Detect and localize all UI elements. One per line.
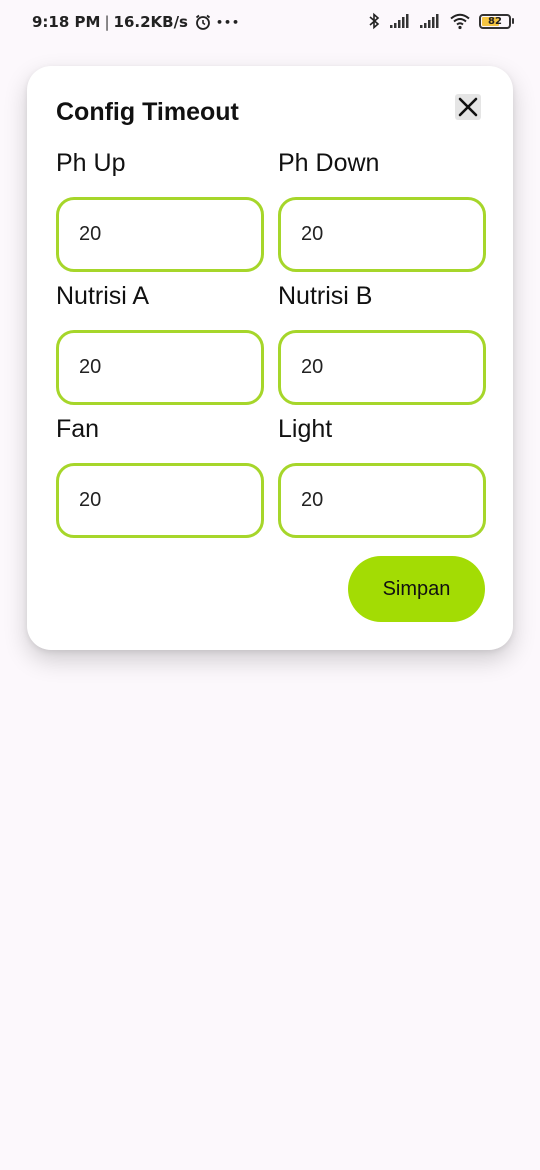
- alarm-icon: [194, 13, 212, 31]
- more-notifications-icon: •••: [216, 15, 241, 29]
- status-right: 82: [367, 12, 514, 30]
- ph-up-input[interactable]: [56, 197, 264, 272]
- field-label-ph-up: Ph Up: [56, 149, 126, 177]
- field-label-fan: Fan: [56, 415, 100, 443]
- nutrisi-a-input[interactable]: [56, 330, 264, 405]
- field-light: Light: [278, 414, 486, 538]
- dialog-title: Config Timeout: [56, 98, 239, 126]
- battery-icon: 82: [479, 13, 511, 29]
- status-time: 9:18 PM: [32, 13, 101, 31]
- network-speed: 16.2KB/s: [113, 13, 188, 31]
- field-ph-up: Ph Up: [56, 148, 264, 272]
- nutrisi-b-input[interactable]: [278, 330, 486, 405]
- save-button[interactable]: Simpan: [348, 556, 485, 622]
- field-label-nutrisi-b: Nutrisi B: [278, 282, 373, 310]
- signal-icon-2: [419, 13, 441, 29]
- field-ph-down: Ph Down: [278, 148, 486, 272]
- field-label-light: Light: [278, 415, 333, 443]
- bluetooth-icon: [367, 12, 381, 30]
- battery-level: 82: [488, 15, 502, 27]
- config-timeout-dialog: Config Timeout Ph Up Ph Down Nutrisi A N…: [27, 66, 513, 650]
- status-bar: 9:18 PM | 16.2KB/s ••• 82: [0, 0, 540, 46]
- status-left: 9:18 PM | 16.2KB/s •••: [32, 13, 240, 31]
- wifi-icon: [449, 12, 471, 30]
- close-icon: [457, 96, 479, 118]
- light-input[interactable]: [278, 463, 486, 538]
- status-separator: |: [104, 13, 110, 31]
- close-button[interactable]: [455, 94, 481, 120]
- field-nutrisi-a: Nutrisi A: [56, 281, 264, 405]
- battery-tip: [512, 18, 514, 24]
- field-nutrisi-b: Nutrisi B: [278, 281, 486, 405]
- field-label-nutrisi-a: Nutrisi A: [56, 282, 150, 310]
- field-fan: Fan: [56, 414, 264, 538]
- ph-down-input[interactable]: [278, 197, 486, 272]
- field-label-ph-down: Ph Down: [278, 149, 380, 177]
- signal-icon: [389, 13, 411, 29]
- fan-input[interactable]: [56, 463, 264, 538]
